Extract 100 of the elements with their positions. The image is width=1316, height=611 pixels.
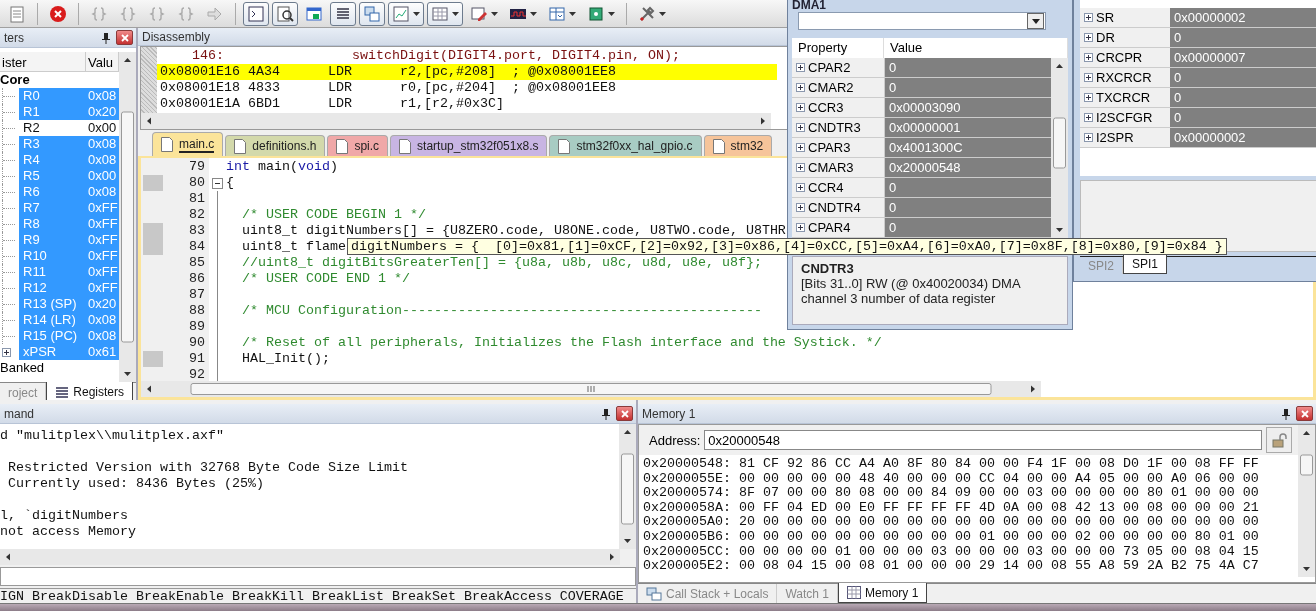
tree-group-label: Banked: [0, 360, 46, 376]
pin-icon[interactable]: [101, 31, 111, 44]
magnifier-page-button[interactable]: [272, 1, 298, 26]
register-name: R6: [22, 184, 41, 200]
register-row[interactable]: R0 0x08: [19, 88, 119, 104]
address-label: Address:: [649, 432, 701, 448]
expand-icon[interactable]: [796, 103, 805, 112]
property-name: CNDTR3: [808, 120, 861, 135]
braces-icon: [90, 4, 108, 23]
register-row[interactable]: R1 0x20: [19, 104, 119, 120]
vertical-scrollbar[interactable]: [1051, 58, 1068, 238]
expand-icon[interactable]: [1084, 13, 1093, 22]
expand-icon[interactable]: [796, 203, 805, 212]
register-row[interactable]: R15 (PC) 0x08: [19, 328, 119, 344]
expand-icon[interactable]: [796, 143, 805, 152]
property-name: CPAR4: [808, 220, 851, 235]
property-value: 0x00003090: [884, 98, 1051, 117]
file-tab[interactable]: definitions.h: [225, 135, 326, 156]
register-name: xPSR: [22, 344, 58, 360]
register-row[interactable]: R3 0x08: [19, 136, 119, 152]
horizontal-scrollbar[interactable]: [141, 381, 1041, 397]
property-name: CMAR2: [808, 80, 854, 95]
lock-button[interactable]: [1266, 427, 1292, 453]
line-number: 83: [188, 223, 206, 239]
vertical-scrollbar[interactable]: [119, 52, 136, 382]
address-field[interactable]: 0x20000548: [704, 430, 1262, 450]
horizontal-scrollbar[interactable]: [0, 549, 620, 565]
close-button[interactable]: [1296, 406, 1313, 421]
document-icon: [712, 138, 725, 154]
command-input[interactable]: [0, 567, 636, 586]
grid-button[interactable]: [427, 1, 463, 26]
register-name: R11: [22, 264, 47, 280]
code-line: HAL_Init();: [241, 351, 330, 367]
expand-icon[interactable]: [796, 183, 805, 192]
file-tab[interactable]: main.c: [152, 132, 224, 156]
register-value: 0x00: [88, 168, 118, 184]
register-row[interactable]: R9 0xFF: [19, 232, 119, 248]
expand-icon[interactable]: [796, 83, 805, 92]
pin-icon[interactable]: [601, 407, 611, 420]
code-line: /* USER CODE END 1 */: [241, 271, 410, 287]
file-tab[interactable]: stm32f0xx_hal_gpio.c: [549, 135, 702, 156]
expand-icon[interactable]: [796, 63, 805, 72]
pin-icon[interactable]: [1281, 407, 1291, 420]
list-button[interactable]: [330, 1, 356, 26]
property-name: CNDTR4: [808, 200, 861, 215]
expand-icon[interactable]: [1084, 113, 1093, 122]
register-row[interactable]: R13 (SP) 0x20: [19, 296, 119, 312]
close-button[interactable]: [116, 30, 133, 45]
panel-tab[interactable]: SPI1: [1123, 254, 1168, 274]
property-name: RXCRCR: [1096, 70, 1152, 85]
expand-icon[interactable]: [1084, 93, 1093, 102]
register-row[interactable]: R8 0xFF: [19, 216, 119, 232]
vertical-scrollbar[interactable]: [619, 424, 636, 549]
line-number: 86: [188, 271, 206, 287]
register-name: R9: [22, 232, 41, 248]
register-row[interactable]: R11 0xFF: [19, 264, 119, 280]
line-number: 89: [188, 319, 206, 335]
register-row[interactable]: R4 0x08: [19, 152, 119, 168]
expand-icon[interactable]: [1084, 53, 1093, 62]
caret-icon: [659, 11, 666, 16]
expand-icon[interactable]: [2, 347, 11, 357]
collapse-icon[interactable]: [212, 177, 223, 189]
expand-icon[interactable]: [1084, 73, 1093, 82]
dropdown-button[interactable]: [1027, 13, 1044, 29]
expand-icon[interactable]: [1084, 33, 1093, 42]
panel-tab[interactable]: Memory 1: [837, 583, 928, 603]
terminal-button[interactable]: [243, 1, 269, 26]
windows-button[interactable]: [359, 1, 385, 26]
dropdown-field[interactable]: [798, 12, 1046, 30]
file-tab[interactable]: stm32: [703, 135, 773, 156]
register-row[interactable]: R6 0x08: [19, 184, 119, 200]
file-tab[interactable]: startup_stm32f051x8.s: [390, 135, 548, 156]
register-row[interactable]: R12 0xFF: [19, 280, 119, 296]
register-row[interactable]: R7 0xFF: [19, 200, 119, 216]
register-row[interactable]: R14 (LR) 0x08: [19, 312, 119, 328]
grid-icon: [431, 4, 449, 23]
register-row[interactable]: xPSR 0x61: [19, 344, 119, 360]
line-number: 81: [188, 191, 206, 207]
register-row[interactable]: R10 0xFF: [19, 248, 119, 264]
tools-icon: [638, 4, 656, 23]
panel-tab[interactable]: Registers: [46, 382, 134, 400]
line-number: 90: [188, 335, 206, 351]
register-value: 0x08: [88, 312, 118, 328]
expand-icon[interactable]: [796, 123, 805, 132]
chart-window-button[interactable]: [388, 1, 424, 26]
file-tab[interactable]: spi.c: [327, 135, 389, 156]
expand-icon[interactable]: [796, 223, 805, 232]
register-value: 0x20: [88, 104, 118, 120]
vertical-scrollbar[interactable]: [1298, 425, 1315, 577]
property-name: SR: [1096, 10, 1115, 25]
code-line: /* MCU Configuration---------------------------------------------: [241, 303, 762, 319]
code-line: uint8_t digitNumbers[] = {U8ZERO.code, U8ONE.code, U8TWO.code, U8THR: [241, 223, 786, 239]
register-row[interactable]: R2 0x00: [19, 120, 119, 136]
register-row[interactable]: R5 0x00: [19, 168, 119, 184]
horizontal-scrollbar[interactable]: [141, 113, 771, 129]
expand-icon[interactable]: [796, 163, 805, 172]
close-button[interactable]: [616, 406, 633, 421]
expand-icon[interactable]: [1084, 133, 1093, 142]
register-description: [Bits 31..0] RW (@ 0x40020034) DMA channel 3 number of data register: [801, 276, 1020, 306]
property-name: CCR3: [808, 100, 844, 115]
